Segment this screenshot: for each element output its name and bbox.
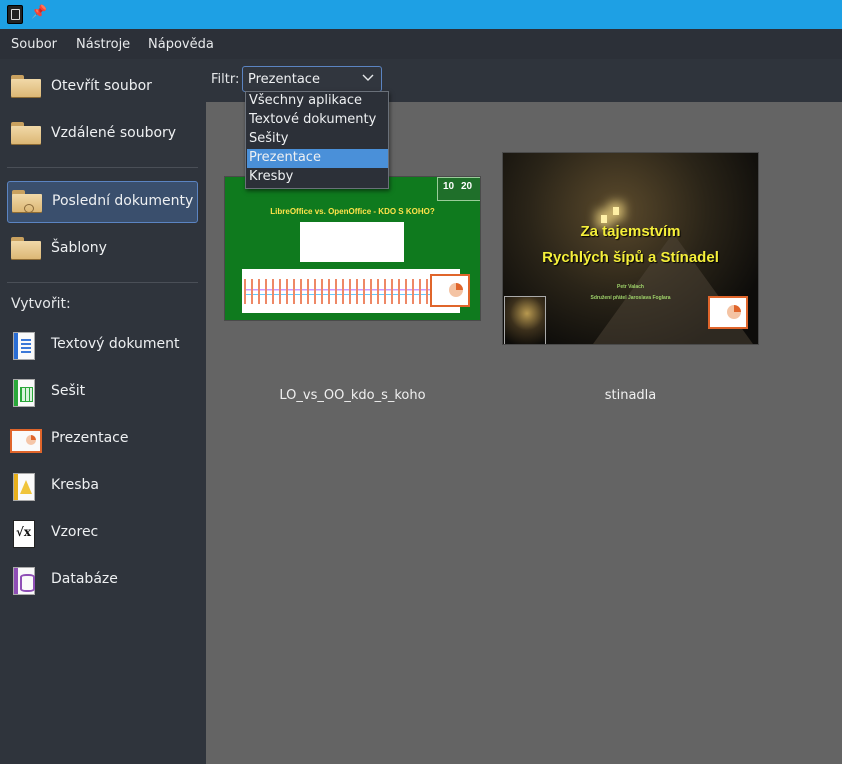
draw-drawing-icon bbox=[13, 473, 35, 501]
sidebar-item-remote-files[interactable]: Vzdálené soubory bbox=[7, 114, 197, 154]
create-item-label: Prezentace bbox=[51, 430, 129, 446]
recent-document-caption[interactable]: stinadla bbox=[503, 388, 758, 403]
sidebar-item-templates[interactable]: Šablony bbox=[7, 229, 197, 269]
option-label: Prezentace bbox=[249, 150, 321, 165]
slide-title-line2: Rychlých šípů a Stínadel bbox=[542, 249, 719, 266]
filter-dropdown-list: Všechny aplikace Textové dokumenty Sešit… bbox=[245, 91, 389, 189]
menu-napoveda[interactable]: Nápověda bbox=[148, 37, 214, 52]
filter-option-presentations[interactable]: Prezentace bbox=[247, 149, 388, 168]
create-section-label: Vytvořit: bbox=[11, 296, 71, 312]
logo-text: 20 bbox=[461, 181, 473, 192]
filter-selected-value: Prezentace bbox=[248, 72, 320, 87]
filter-option-drawings[interactable]: Kresby bbox=[247, 168, 388, 187]
app-icon[interactable] bbox=[7, 5, 23, 24]
writer-document-icon bbox=[13, 332, 35, 360]
impress-file-icon bbox=[430, 274, 470, 307]
sidebar-item-open-file[interactable]: Otevřít soubor bbox=[7, 67, 197, 107]
sidebar-item-recent-documents[interactable]: Poslední dokumenty bbox=[7, 181, 198, 223]
filter-option-text-documents[interactable]: Textové dokumenty bbox=[247, 111, 388, 130]
logo-text: 10 bbox=[443, 181, 455, 192]
slide-image bbox=[300, 222, 404, 262]
create-item-label: Textový dokument bbox=[51, 336, 180, 352]
sidebar-divider bbox=[7, 282, 198, 283]
street-lamp bbox=[613, 207, 619, 215]
chevron-down-icon bbox=[362, 74, 374, 81]
create-item-label: Databáze bbox=[51, 571, 118, 587]
sidebar: Otevřít soubor Vzdálené soubory Poslední… bbox=[0, 59, 206, 764]
option-label: Všechny aplikace bbox=[249, 93, 362, 108]
create-item-label: Vzorec bbox=[51, 524, 99, 540]
recent-folder-icon bbox=[12, 190, 42, 213]
sidebar-item-label: Otevřít soubor bbox=[51, 78, 152, 94]
slide-title-line1: Za tajemstvím bbox=[580, 223, 681, 240]
create-draw-drawing[interactable]: Kresba bbox=[7, 466, 197, 506]
math-formula-icon bbox=[13, 520, 35, 548]
create-writer-document[interactable]: Textový dokument bbox=[7, 325, 197, 365]
filter-option-spreadsheets[interactable]: Sešity bbox=[247, 130, 388, 149]
option-label: Textové dokumenty bbox=[249, 112, 377, 127]
slide-chart bbox=[242, 269, 460, 313]
impress-presentation-icon bbox=[10, 429, 42, 453]
create-calc-spreadsheet[interactable]: Sešit bbox=[7, 372, 197, 412]
create-item-label: Kresba bbox=[51, 477, 100, 493]
filter-option-all-apps[interactable]: Všechny aplikace bbox=[247, 92, 388, 111]
remote-folder-icon bbox=[11, 122, 41, 144]
sidebar-divider bbox=[7, 167, 198, 168]
menu-nastroje[interactable]: Nástroje bbox=[76, 37, 130, 52]
recent-document-thumbnail[interactable]: 10 20 LibreOffice vs. OpenOffice - KDO S… bbox=[225, 177, 480, 320]
templates-folder-icon bbox=[11, 237, 41, 259]
impress-file-icon bbox=[708, 296, 748, 329]
filter-label: Filtr: bbox=[211, 72, 240, 87]
create-math-formula[interactable]: Vzorec bbox=[7, 513, 197, 553]
sidebar-item-label: Poslední dokumenty bbox=[52, 193, 194, 209]
slide-title: LibreOffice vs. OpenOffice - KDO S KOHO? bbox=[270, 207, 435, 216]
recent-document-caption[interactable]: LO_vs_OO_kdo_s_koho bbox=[225, 388, 480, 403]
libreoffice-10-logo: 10 20 bbox=[437, 177, 480, 201]
menu-soubor[interactable]: Soubor bbox=[11, 37, 57, 52]
calc-spreadsheet-icon bbox=[13, 379, 35, 407]
sidebar-item-label: Šablony bbox=[51, 240, 107, 256]
filter-select[interactable]: Prezentace bbox=[242, 66, 382, 92]
base-database-icon bbox=[13, 567, 35, 595]
slide-inset-photo bbox=[504, 296, 546, 344]
menu-bar: Soubor Nástroje Nápověda bbox=[0, 29, 842, 59]
sidebar-item-label: Vzdálené soubory bbox=[51, 125, 177, 141]
create-item-label: Sešit bbox=[51, 383, 86, 399]
window-titlebar: 📌 bbox=[0, 0, 842, 29]
create-impress-presentation[interactable]: Prezentace bbox=[7, 419, 197, 459]
create-base-database[interactable]: Databáze bbox=[7, 560, 197, 600]
folder-icon bbox=[11, 75, 41, 97]
slide-author: Petr Valach bbox=[617, 284, 644, 290]
recent-document-thumbnail[interactable]: Za tajemstvím Rychlých šípů a Stínadel P… bbox=[503, 153, 758, 344]
street-lamp bbox=[601, 215, 607, 223]
option-label: Sešity bbox=[249, 131, 289, 146]
pin-icon[interactable]: 📌 bbox=[31, 5, 47, 20]
option-label: Kresby bbox=[249, 169, 294, 184]
